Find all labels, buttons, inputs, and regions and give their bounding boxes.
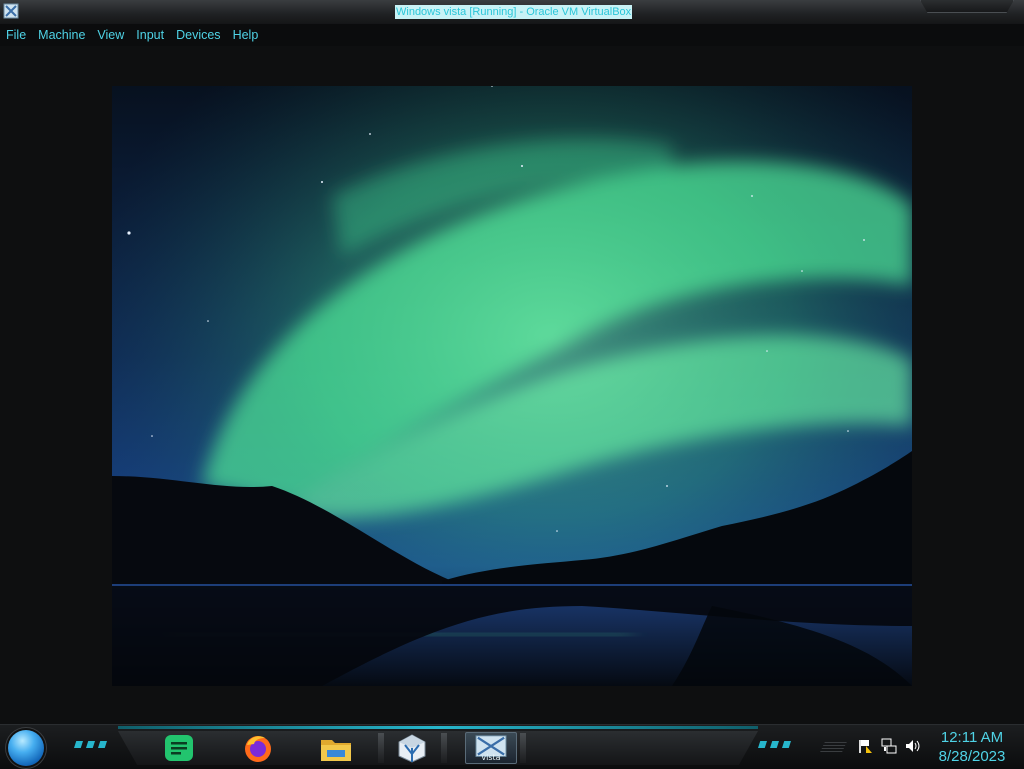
file-explorer-button[interactable] bbox=[319, 732, 353, 764]
notes-icon bbox=[162, 735, 196, 768]
taskbar: vista 12:11 AM 8/28/2023 bbox=[0, 724, 1024, 769]
desktop-wallpaper bbox=[112, 86, 912, 686]
virtualbox-button[interactable] bbox=[395, 732, 429, 764]
folder-icon bbox=[319, 740, 353, 768]
network-icon[interactable] bbox=[880, 737, 898, 755]
menu-help[interactable]: Help bbox=[227, 24, 265, 46]
volume-icon[interactable] bbox=[904, 737, 922, 755]
virtualbox-icon bbox=[3, 3, 19, 19]
taskbar-separator bbox=[378, 733, 384, 763]
menu-devices[interactable]: Devices bbox=[170, 24, 226, 46]
vm-tag-label: vista bbox=[481, 753, 501, 762]
clock-date[interactable]: 8/28/2023 bbox=[930, 748, 1014, 765]
notes-app-button[interactable] bbox=[162, 732, 196, 764]
firefox-button[interactable] bbox=[241, 732, 275, 764]
menu-machine[interactable]: Machine bbox=[32, 24, 91, 46]
clock-time[interactable]: 12:11 AM bbox=[930, 729, 1014, 746]
taskbar-separator bbox=[441, 733, 447, 763]
taskbar-grip bbox=[819, 742, 847, 754]
menu-view[interactable]: View bbox=[91, 24, 130, 46]
window-controls-frame bbox=[920, 0, 1014, 13]
taskbar-decoration-left bbox=[74, 741, 107, 748]
menu-input[interactable]: Input bbox=[130, 24, 170, 46]
virtualbox-icon bbox=[395, 734, 429, 768]
action-center-flag-icon[interactable] bbox=[856, 737, 874, 755]
vm-display[interactable] bbox=[0, 46, 1024, 724]
menu-bar: File Machine View Input Devices Help bbox=[0, 24, 1024, 46]
taskbar-decoration-right bbox=[758, 741, 791, 748]
start-button[interactable] bbox=[8, 730, 44, 766]
virtualbox-vista-vm-button[interactable]: vista bbox=[465, 732, 517, 764]
firefox-icon bbox=[241, 736, 275, 768]
taskbar-separator bbox=[520, 733, 526, 763]
taskbar-accent bbox=[118, 726, 758, 729]
menu-file[interactable]: File bbox=[0, 24, 32, 46]
window-titlebar[interactable]: Windows vista [Running] - Oracle VM Virt… bbox=[0, 0, 1024, 25]
window-title: Windows vista [Running] - Oracle VM Virt… bbox=[395, 5, 633, 19]
taskbar-track bbox=[118, 731, 758, 765]
